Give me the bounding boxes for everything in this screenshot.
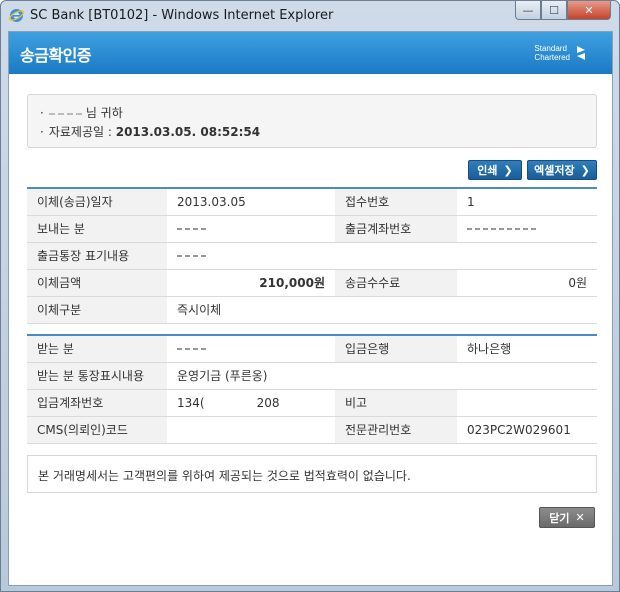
fee-label: 송금수수료 [335, 269, 457, 297]
date-line: · 자료제공일 : 2013.03.05. 08:52:54 [40, 125, 261, 139]
transfer-date-label: 이체(송금)일자 [27, 188, 167, 216]
recipient-line: · 님 귀하 [40, 106, 123, 120]
table-row: 출금통장 표기내용 [27, 242, 597, 270]
sender-value [167, 215, 335, 243]
deposit-account-value: 134(208 [167, 389, 335, 417]
sender-label: 보내는 분 [27, 215, 167, 243]
standard-chartered-logo: Standard Chartered [534, 44, 588, 62]
logo-line-2: Chartered [534, 53, 570, 62]
withdraw-account-label: 출금계좌번호 [335, 215, 457, 243]
close-window-button[interactable]: ✕ [567, 1, 611, 20]
remarks-value [457, 389, 597, 417]
maximize-button[interactable]: ☐ [541, 1, 567, 20]
table-row: 이체(송금)일자 2013.03.05 접수번호 1 [27, 188, 597, 216]
transfer-amount-value: 210,000원 [167, 269, 335, 297]
chevron-right-icon: ❯ [503, 163, 513, 177]
receiver-label: 받는 분 [27, 335, 167, 363]
page-header: 송금확인증 Standard Chartered [9, 32, 612, 74]
withdraw-memo-label: 출금통장 표기내용 [27, 242, 167, 270]
table-row: 입금계좌번호 134(208 비고 [27, 389, 597, 417]
print-button[interactable]: 인쇄 ❯ [468, 160, 522, 180]
recipient-info-box: · 님 귀하 · 자료제공일 : 2013.03.05. 08:52:54 [27, 94, 597, 148]
chevron-right-icon: ❯ [580, 163, 590, 177]
masked-sender [177, 228, 209, 230]
logo-line-1: Standard [534, 44, 567, 53]
window-title: SC Bank [BT0102] - Windows Internet Expl… [30, 8, 334, 23]
excel-save-button[interactable]: 엑셀저장 ❯ [527, 160, 597, 180]
window-controls: — ☐ ✕ [515, 1, 611, 21]
excel-save-label: 엑셀저장 [534, 164, 575, 177]
deposit-bank-value: 하나은행 [457, 335, 597, 363]
masked-name [48, 112, 85, 115]
transfer-date-value: 2013.03.05 [167, 188, 335, 216]
table-row: 이체금액 210,000원 송금수수료 0원 [27, 269, 597, 297]
deposit-account-label: 입금계좌번호 [27, 389, 167, 417]
masked-receiver [177, 348, 209, 351]
table-row: 받는 분 통장표시내용 운영기금 (푸른옹) [27, 362, 597, 390]
message-id-label: 전문관리번호 [335, 416, 457, 444]
internet-explorer-icon [8, 9, 25, 22]
table-row: 보내는 분 출금계좌번호 [27, 215, 597, 243]
page-title: 송금확인증 [20, 46, 92, 65]
table-row: 받는 분 입금은행 하나은행 [27, 335, 597, 363]
standard-chartered-emblem-icon [577, 46, 585, 60]
transfer-type-value: 즉시이체 [167, 296, 597, 324]
fee-value: 0원 [457, 269, 597, 297]
recipient-suffix: 님 귀하 [85, 106, 123, 120]
message-id-value: 023PC2W029601 [457, 416, 597, 444]
table-row: 이체구분 즉시이체 [27, 296, 597, 324]
browser-window: SC Bank [BT0102] - Windows Internet Expl… [0, 0, 620, 592]
table-row: CMS(의뢰인)코드 전문관리번호 023PC2W029601 [27, 416, 597, 444]
masked-memo [177, 255, 209, 257]
date-label: 자료제공일 : [48, 125, 112, 139]
transfer-amount-label: 이체금액 [27, 269, 167, 297]
title-bar: SC Bank [BT0102] - Windows Internet Expl… [1, 1, 619, 31]
receipt-number-label: 접수번호 [335, 188, 457, 216]
receiver-memo-value: 운영기금 (푸른옹) [167, 362, 597, 390]
deposit-bank-label: 입금은행 [335, 335, 457, 363]
transfer-type-label: 이체구분 [27, 296, 167, 324]
date-value: 2013.03.05. 08:52:54 [115, 125, 261, 139]
receiver-value [167, 335, 335, 363]
minimize-button[interactable]: — [515, 1, 541, 20]
print-label: 인쇄 [477, 164, 498, 177]
receiver-details-table: 받는 분 입금은행 하나은행 받는 분 통장표시내용 운영기금 (푸른옹) 입금… [27, 334, 597, 444]
masked-account [467, 228, 537, 230]
close-button[interactable]: 닫기 ✕ [539, 507, 595, 528]
cms-code-label: CMS(의뢰인)코드 [27, 416, 167, 444]
legal-notice: 본 거래명세서는 고객편의를 위하여 제공되는 것으로 법적효력이 없습니다. [27, 455, 597, 493]
close-icon: ✕ [575, 511, 585, 524]
cms-code-value [167, 416, 335, 444]
close-label: 닫기 [549, 511, 570, 525]
transfer-details-table: 이체(송금)일자 2013.03.05 접수번호 1 보내는 분 출금계좌번호 … [27, 187, 597, 324]
remarks-label: 비고 [335, 389, 457, 417]
page-content: 송금확인증 Standard Chartered · 님 귀하 · 자료제공일 : … [8, 31, 613, 586]
receiver-memo-label: 받는 분 통장표시내용 [27, 362, 167, 390]
withdraw-account-value [457, 215, 597, 243]
withdraw-memo-value [167, 242, 597, 270]
receipt-number-value: 1 [457, 188, 597, 216]
